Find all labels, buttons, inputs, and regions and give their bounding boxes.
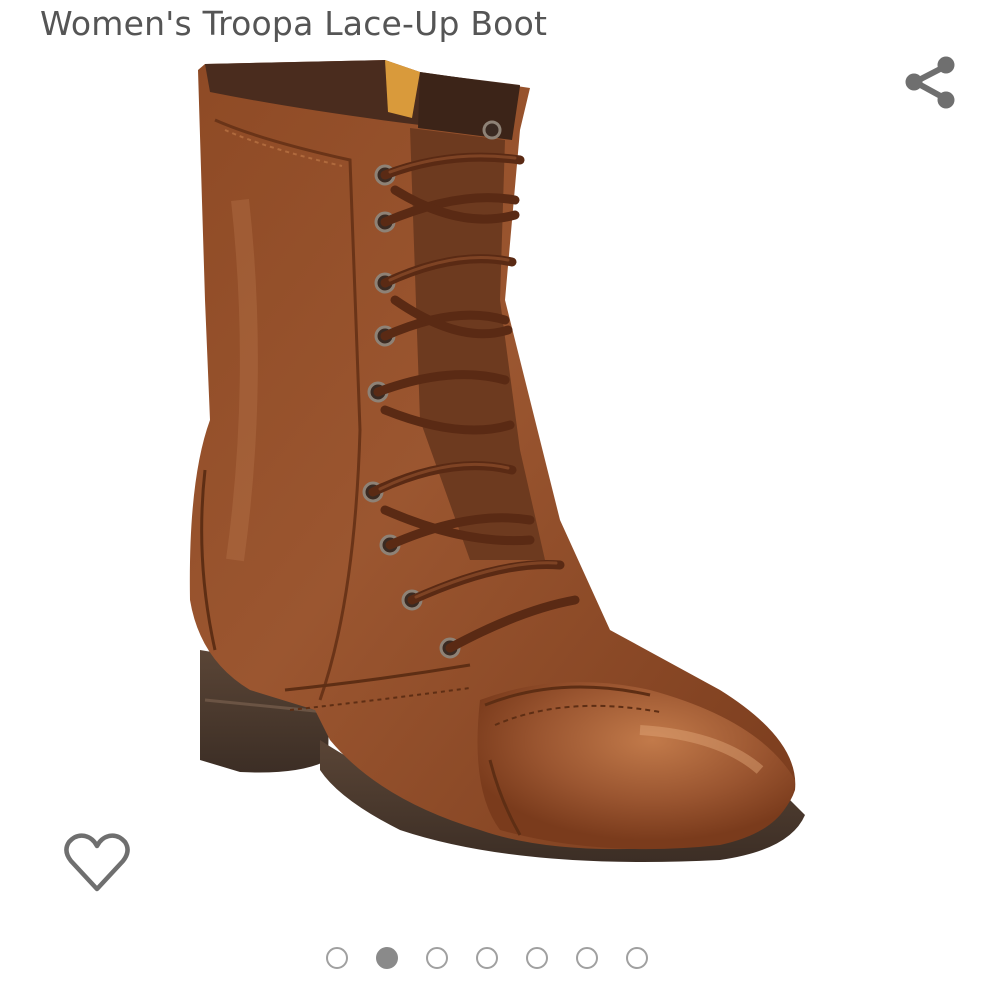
share-icon <box>905 56 955 109</box>
heart-outline-icon <box>64 833 130 892</box>
carousel-dot[interactable] <box>626 947 648 969</box>
product-image[interactable] <box>150 55 850 895</box>
carousel-indicator <box>326 944 648 972</box>
carousel-dot[interactable] <box>426 947 448 969</box>
share-button[interactable] <box>900 52 962 114</box>
boot-illustration <box>189 60 805 862</box>
carousel-dot[interactable] <box>326 947 348 969</box>
product-title: Women's Troopa Lace-Up Boot <box>40 4 548 43</box>
carousel-dot[interactable] <box>526 947 548 969</box>
carousel-dot[interactable] <box>576 947 598 969</box>
carousel-dot[interactable] <box>476 947 498 969</box>
carousel-dot[interactable] <box>376 947 398 969</box>
wishlist-button[interactable] <box>63 832 131 894</box>
